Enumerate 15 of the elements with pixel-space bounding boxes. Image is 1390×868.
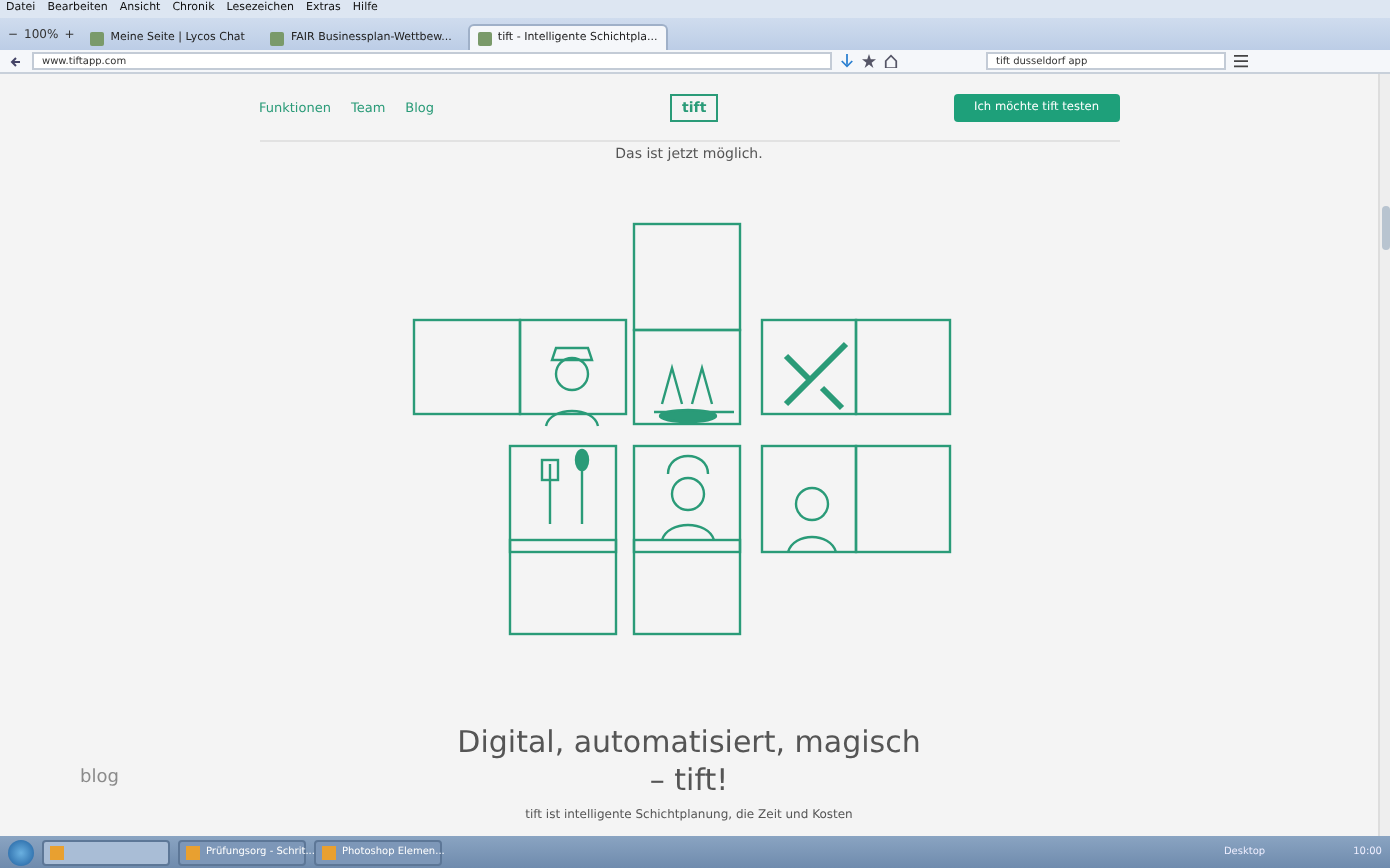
menu-icon[interactable] bbox=[1234, 54, 1248, 68]
favicon-icon bbox=[477, 31, 492, 45]
side-label: blog bbox=[80, 768, 119, 788]
scrollbar-thumb[interactable] bbox=[1381, 206, 1389, 250]
favicon-icon bbox=[270, 31, 285, 45]
app-icon bbox=[50, 845, 64, 859]
favicon-icon bbox=[90, 31, 105, 45]
app-icon bbox=[322, 845, 336, 859]
download-icon[interactable] bbox=[840, 54, 854, 68]
home-icon[interactable] bbox=[884, 54, 898, 68]
back-icon[interactable] bbox=[8, 53, 24, 69]
star-icon[interactable] bbox=[862, 54, 876, 68]
app-icon bbox=[186, 845, 200, 859]
section-heading: Digital, automatisiert, magisch – tift! bbox=[457, 724, 921, 800]
start-button[interactable] bbox=[8, 839, 34, 865]
